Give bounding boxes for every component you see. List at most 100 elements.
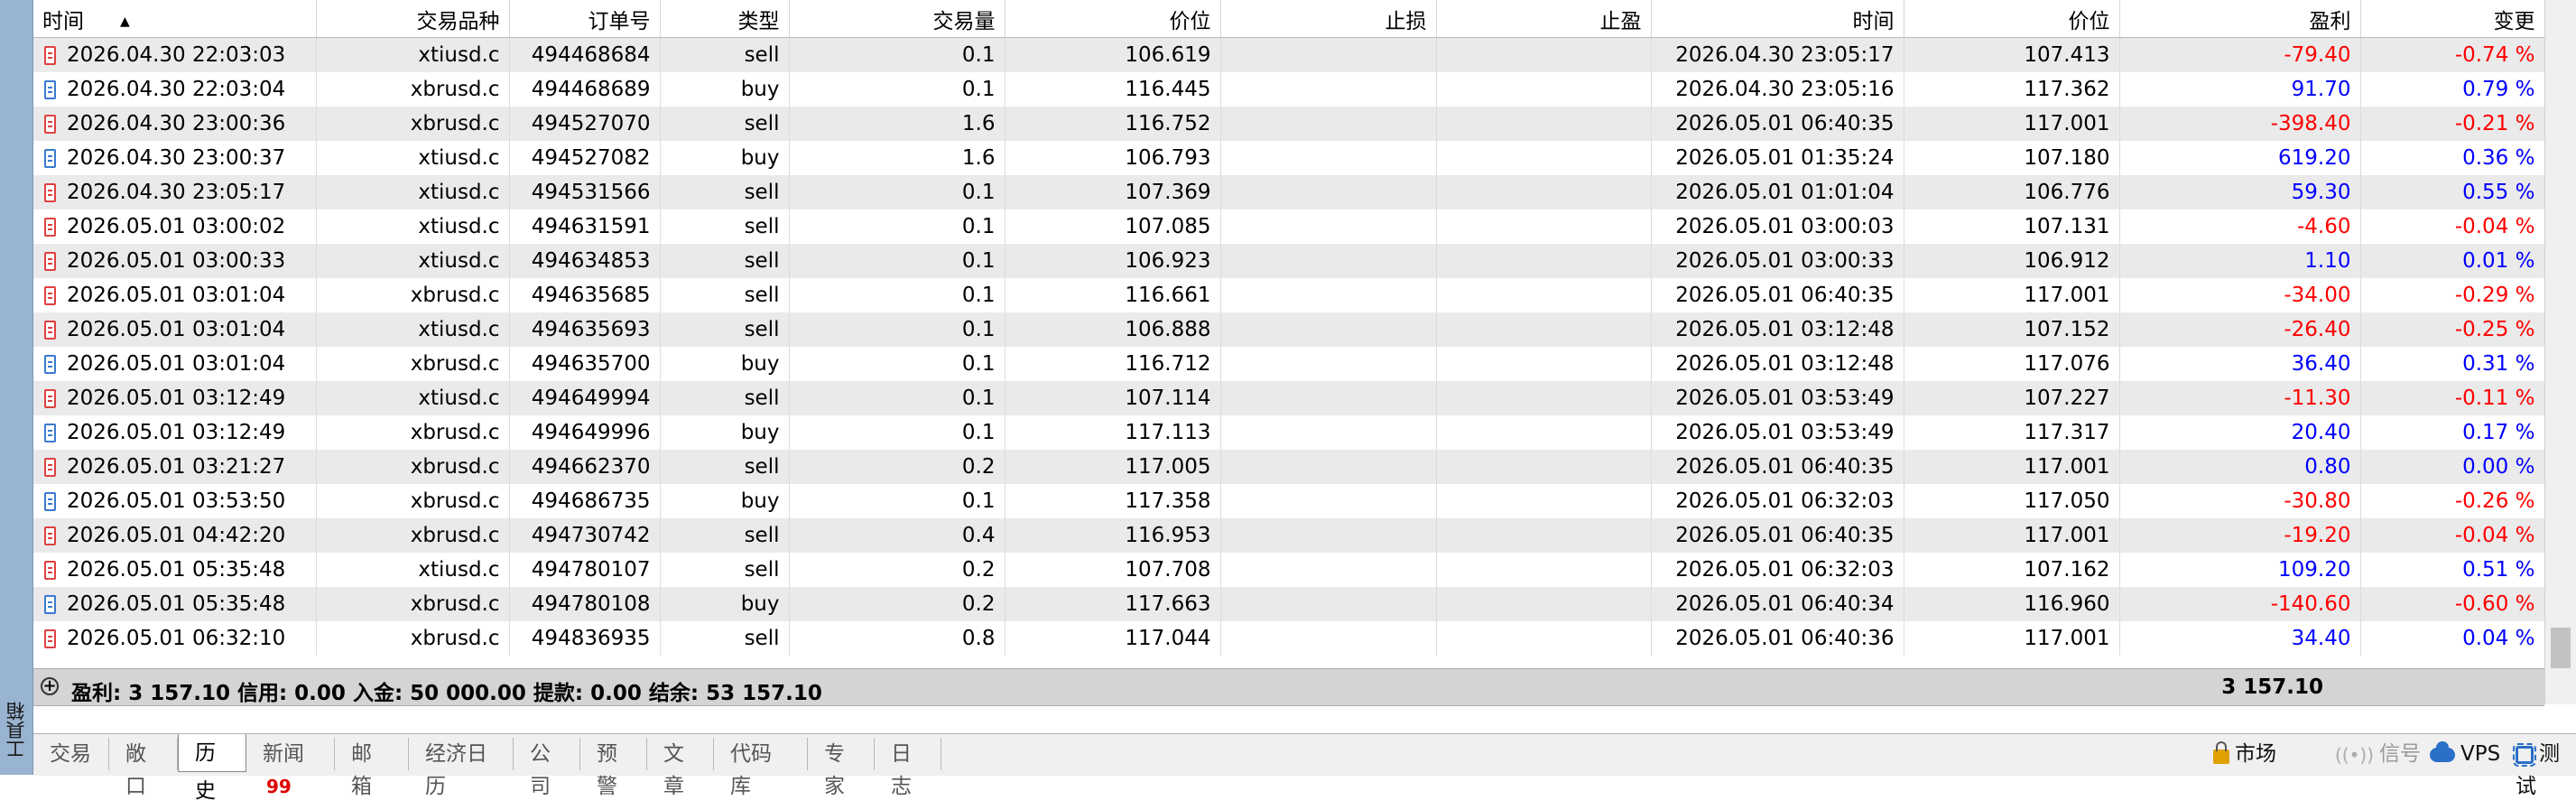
cell-order: 494836935	[509, 621, 661, 656]
scrollbar-thumb[interactable]	[2551, 628, 2571, 668]
col-header-symbol[interactable]: 交易品种	[316, 0, 510, 38]
cell-time: 2026.04.30 23:00:37	[33, 141, 317, 175]
cell-order: 494686735	[509, 484, 661, 518]
cell-close-time: 2026.05.01 03:12:48	[1651, 312, 1904, 347]
cell-profit: 1.10	[2119, 244, 2361, 278]
cell-close-price: 117.362	[1904, 72, 2120, 107]
cell-close-price: 107.131	[1904, 209, 2120, 244]
col-header-volume[interactable]: 交易量	[789, 0, 1005, 38]
cell-order: 494531566	[509, 175, 661, 209]
expand-plus-icon[interactable]: +	[41, 677, 59, 695]
open-time-text: 2026.04.30 23:00:37	[67, 146, 286, 170]
cell-sl	[1220, 518, 1437, 553]
tab-6[interactable]: 经济日历	[409, 738, 514, 798]
cell-profit: -11.30	[2119, 381, 2361, 415]
cell-change: -0.74 %	[2360, 37, 2544, 72]
table-row[interactable]: 2026.05.01 03:12:49 xbrusd.c 494649996 buy 0…	[33, 415, 2544, 450]
tab-label: 历史	[195, 741, 216, 803]
tab-label: 日志	[891, 742, 912, 798]
status-test[interactable]: 测试	[2513, 738, 2576, 798]
cell-volume: 0.1	[789, 312, 1005, 347]
cell-tp	[1436, 37, 1652, 72]
cell-type: buy	[660, 347, 790, 381]
col-header-profit[interactable]: 盈利	[2119, 0, 2361, 38]
cell-order: 494527082	[509, 141, 661, 175]
tab-label: 敞口	[125, 742, 146, 798]
table-row[interactable]: 2026.04.30 23:05:17 xtiusd.c 494531566 sell…	[33, 175, 2544, 209]
tab-4[interactable]: 新闻 99	[246, 738, 335, 797]
col-header-change[interactable]: 变更	[2360, 0, 2544, 38]
cell-profit: -140.60	[2119, 587, 2361, 621]
tab-5[interactable]: 邮箱	[335, 738, 409, 798]
tab-12[interactable]: 日志	[875, 738, 941, 798]
cell-price: 117.663	[1005, 587, 1221, 621]
col-header-close-time[interactable]: 时间	[1651, 0, 1904, 38]
status-vps[interactable]: VPS	[2430, 738, 2500, 770]
cell-type: buy	[660, 72, 790, 107]
cell-time: 2026.05.01 03:01:04	[33, 312, 317, 347]
table-row[interactable]: 2026.05.01 05:35:48 xbrusd.c 494780108 buy 0…	[33, 587, 2544, 621]
cell-order: 494635685	[509, 278, 661, 312]
col-header-time[interactable]: 时间 ▲	[33, 0, 317, 38]
col-header-price[interactable]: 价位	[1005, 0, 1221, 38]
tab-2[interactable]: 敞口	[109, 738, 178, 798]
cell-time: 2026.05.01 05:35:48	[33, 587, 317, 621]
table-row[interactable]: 2026.04.30 22:03:03 xtiusd.c 494468684 sell…	[33, 37, 2544, 72]
toolbox-side-tab[interactable]: 工具箱	[0, 0, 33, 775]
tab-7[interactable]: 公司	[514, 738, 580, 798]
tab-label: 新闻	[263, 742, 304, 766]
tab-1[interactable]: 交易	[33, 738, 109, 770]
cell-price: 106.888	[1005, 312, 1221, 347]
vertical-scrollbar[interactable]	[2544, 0, 2576, 704]
table-row[interactable]: 2026.05.01 05:35:48 xtiusd.c 494780107 sell…	[33, 553, 2544, 587]
cell-symbol: xbrusd.c	[316, 484, 510, 518]
tab-11[interactable]: 专家	[808, 738, 875, 798]
table-row[interactable]: 2026.05.01 03:01:04 xbrusd.c 494635685 sell…	[33, 278, 2544, 312]
table-row[interactable]: 2026.05.01 03:00:02 xtiusd.c 494631591 sell…	[33, 209, 2544, 244]
status-market[interactable]: 市场	[2213, 738, 2276, 770]
tab-10[interactable]: 代码库	[714, 738, 808, 798]
status-signal[interactable]: ((•)) 信号	[2335, 738, 2421, 770]
toolbox-window: 工具箱 时间 ▲ 交易品种 订单号 类型 交易量 价位 止损 止盈 时间 价位 …	[0, 0, 2576, 803]
table-row[interactable]: 2026.04.30 23:00:36 xbrusd.c 494527070 sell…	[33, 107, 2544, 141]
col-header-tp[interactable]: 止盈	[1436, 0, 1652, 38]
cell-type: buy	[660, 484, 790, 518]
bottom-tab-bar: 交易 敞口 历史 新闻 99 邮箱 经济日历 公司 预警 文章 代码库 专家 日志 市场 ((•)) 信号…	[33, 733, 2576, 803]
history-rows: 2026.04.30 22:03:03 xtiusd.c 494468684 sell…	[33, 37, 2544, 656]
cell-symbol: xtiusd.c	[316, 175, 510, 209]
table-row[interactable]: 2026.04.30 23:00:37 xtiusd.c 494527082 buy 1…	[33, 141, 2544, 175]
sell-order-icon	[44, 218, 56, 237]
tab-8[interactable]: 预警	[580, 738, 647, 798]
table-row[interactable]: 2026.05.01 03:01:04 xbrusd.c 494635700 buy 0…	[33, 347, 2544, 381]
table-row[interactable]: 2026.05.01 03:01:04 xtiusd.c 494635693 sell…	[33, 312, 2544, 347]
cell-sl	[1220, 587, 1437, 621]
tab-label: 文章	[663, 742, 684, 798]
cell-order: 494631591	[509, 209, 661, 244]
cell-type: sell	[660, 37, 790, 72]
cell-close-price: 107.152	[1904, 312, 2120, 347]
table-row[interactable]: 2026.04.30 22:03:04 xbrusd.c 494468689 buy 0…	[33, 72, 2544, 107]
table-row[interactable]: 2026.05.01 03:12:49 xtiusd.c 494649994 sell…	[33, 381, 2544, 415]
table-row[interactable]: 2026.05.01 04:42:20 xbrusd.c 494730742 sell…	[33, 518, 2544, 553]
cell-time: 2026.05.01 03:01:04	[33, 347, 317, 381]
cell-symbol: xbrusd.c	[316, 450, 510, 484]
cell-volume: 0.2	[789, 587, 1005, 621]
tab-9[interactable]: 文章	[647, 738, 714, 798]
table-row[interactable]: 2026.05.01 03:00:33 xtiusd.c 494634853 sell…	[33, 244, 2544, 278]
cell-type: sell	[660, 107, 790, 141]
cell-price: 106.793	[1005, 141, 1221, 175]
table-row[interactable]: 2026.05.01 06:32:10 xbrusd.c 494836935 sell…	[33, 621, 2544, 656]
cell-type: sell	[660, 244, 790, 278]
col-header-type[interactable]: 类型	[660, 0, 790, 38]
col-header-sl[interactable]: 止损	[1220, 0, 1437, 38]
cell-time: 2026.04.30 23:05:17	[33, 175, 317, 209]
tab-3[interactable]: 历史	[178, 734, 246, 803]
cell-tp	[1436, 209, 1652, 244]
table-row[interactable]: 2026.05.01 03:21:27 xbrusd.c 494662370 sell…	[33, 450, 2544, 484]
cell-change: -0.04 %	[2360, 518, 2544, 553]
col-header-close-price[interactable]: 价位	[1904, 0, 2120, 38]
summary-bar: + 盈利: 3 157.10 信用: 0.00 入金: 50 000.00 提款…	[33, 668, 2544, 706]
cell-time: 2026.04.30 22:03:03	[33, 37, 317, 72]
col-header-order[interactable]: 订单号	[509, 0, 661, 38]
table-row[interactable]: 2026.05.01 03:53:50 xbrusd.c 494686735 buy 0…	[33, 484, 2544, 518]
